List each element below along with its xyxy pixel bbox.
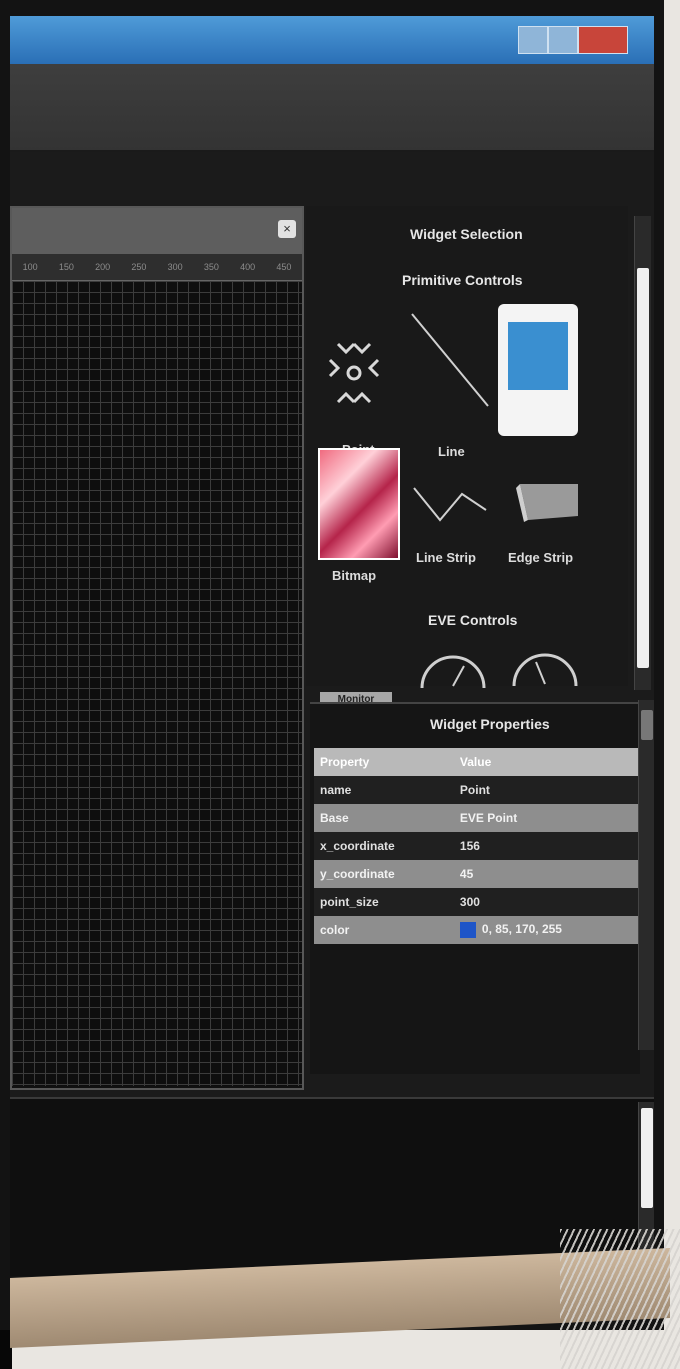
property-name: x_coordinate xyxy=(314,832,454,860)
widget-label-bitmap: Bitmap xyxy=(332,568,377,583)
widget-properties-panel: Widget Properties Property Value name Po… xyxy=(310,702,640,1074)
property-name: color xyxy=(314,916,454,944)
line-icon xyxy=(411,313,489,407)
widget-edge-strip[interactable]: Edge Strip xyxy=(506,468,592,568)
property-value[interactable]: EVE Point xyxy=(453,804,638,832)
workspace: × 100 150 200 250 300 350 400 450 Widget… xyxy=(10,152,654,1276)
properties-scrollbar[interactable] xyxy=(638,700,654,1050)
maximize-button[interactable] xyxy=(548,26,578,54)
ruler-tick: 100 xyxy=(22,262,38,272)
property-value[interactable]: 300 xyxy=(453,888,638,916)
widget-label: Line Strip xyxy=(416,550,476,565)
ruler-tick: 150 xyxy=(58,262,74,272)
scrollbar-thumb[interactable] xyxy=(641,710,653,740)
monitor-bezel: × 100 150 200 250 300 350 400 450 Widget… xyxy=(0,0,664,1330)
ruler-tick: 450 xyxy=(276,262,292,272)
property-name: Base xyxy=(314,804,454,832)
property-value[interactable]: 0, 85, 170, 255 xyxy=(453,916,638,944)
bitmap-icon[interactable] xyxy=(318,448,400,560)
primitive-controls-title: Primitive Controls xyxy=(402,272,523,288)
table-row[interactable]: point_size 300 xyxy=(314,888,638,916)
eve-controls-title: EVE Controls xyxy=(428,612,518,628)
ruler: 100 150 200 250 300 350 400 450 xyxy=(12,254,302,281)
column-header: Property xyxy=(314,748,454,776)
display-widget-tile[interactable] xyxy=(498,304,578,436)
ruler-tick: 200 xyxy=(95,262,111,272)
table-row[interactable]: Base EVE Point xyxy=(314,804,638,832)
background-pattern xyxy=(560,1229,680,1369)
ruler-tick: 300 xyxy=(167,262,183,272)
widget-line-strip[interactable]: Line Strip xyxy=(410,468,496,568)
gauge-icon[interactable] xyxy=(510,646,580,686)
property-value[interactable]: 45 xyxy=(453,860,638,888)
canvas-header: × xyxy=(12,208,302,254)
property-name: y_coordinate xyxy=(314,860,454,888)
property-name: point_size xyxy=(314,888,454,916)
point-icon xyxy=(328,342,380,404)
color-value: 0, 85, 170, 255 xyxy=(481,922,562,937)
property-name: name xyxy=(314,776,454,804)
ruler-tick: 400 xyxy=(240,262,256,272)
widget-line[interactable]: Line xyxy=(404,306,494,459)
edge-strip-icon xyxy=(516,484,578,522)
property-value[interactable]: Point xyxy=(453,776,638,804)
screen: × 100 150 200 250 300 350 400 450 Widget… xyxy=(10,16,654,1276)
minimize-button[interactable] xyxy=(518,26,548,54)
canvas-panel: × 100 150 200 250 300 350 400 450 xyxy=(10,206,304,1090)
color-swatch[interactable] xyxy=(459,922,476,938)
widget-selection-panel: Widget Selection Primitive Controls Poin… xyxy=(306,206,628,688)
table-row[interactable]: name Point xyxy=(314,776,638,804)
properties-table: Property Value name Point Base EVE Point… xyxy=(314,748,638,944)
scrollbar-thumb[interactable] xyxy=(641,1108,653,1208)
ruler-tick: 250 xyxy=(131,262,147,272)
widget-properties-title: Widget Properties xyxy=(430,716,550,732)
property-value[interactable]: 156 xyxy=(453,832,638,860)
table-row[interactable]: color 0, 85, 170, 255 xyxy=(314,916,638,944)
table-header-row: Property Value xyxy=(314,748,638,776)
close-icon[interactable]: × xyxy=(278,220,296,238)
column-header: Value xyxy=(453,748,638,776)
ruler-tick: 350 xyxy=(203,262,219,272)
close-button[interactable] xyxy=(578,26,628,54)
table-row[interactable]: x_coordinate 156 xyxy=(314,832,638,860)
widget-selection-title: Widget Selection xyxy=(410,226,523,242)
widget-panel-scrollbar[interactable] xyxy=(634,216,651,690)
table-row[interactable]: y_coordinate 45 xyxy=(314,860,638,888)
output-panel xyxy=(10,1097,654,1276)
display-widget-preview xyxy=(508,322,568,390)
design-canvas-grid[interactable] xyxy=(12,281,302,1086)
gauge-icon[interactable] xyxy=(418,648,488,688)
line-strip-icon xyxy=(413,487,487,522)
scrollbar-thumb[interactable] xyxy=(637,268,649,668)
toolbar xyxy=(10,64,654,152)
window-titlebar[interactable] xyxy=(10,16,654,64)
widget-label: Edge Strip xyxy=(508,550,574,565)
widget-label: Line xyxy=(438,444,465,459)
